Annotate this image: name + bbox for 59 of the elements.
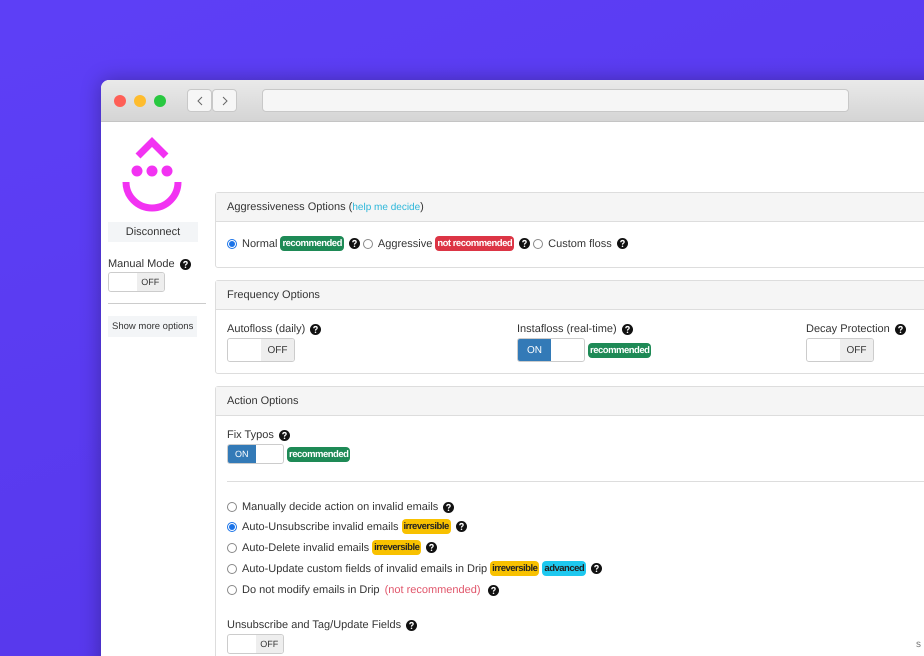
radio-button[interactable] xyxy=(227,502,237,512)
radio-button[interactable] xyxy=(227,564,237,574)
help-icon[interactable] xyxy=(348,238,360,249)
status-badge: recommended xyxy=(588,342,652,358)
toggle-switch[interactable]: OFF xyxy=(227,338,295,362)
help-icon[interactable] xyxy=(591,563,602,574)
toggle-switch[interactable]: ON xyxy=(517,338,585,362)
option-label: Auto-Delete invalid emails xyxy=(242,542,370,554)
help-icon[interactable] xyxy=(406,620,418,630)
option-label: Do not modify emails in Drip xyxy=(242,584,380,596)
card-header: Frequency Options xyxy=(216,281,924,310)
option-label: Manually decide action on invalid emails xyxy=(242,501,438,513)
help-icon[interactable] xyxy=(622,324,633,334)
option-label: Auto-Update custom fields of invalid emails in Drip xyxy=(242,562,488,574)
radio-button[interactable] xyxy=(362,238,373,248)
option-label: Aggressive xyxy=(378,238,432,250)
show-more-options-button[interactable]: Show more options xyxy=(108,316,198,337)
status-badge: advanced xyxy=(542,561,586,576)
help-icon[interactable] xyxy=(426,542,438,553)
option-label: Custom floss xyxy=(548,238,612,250)
card-header: Aggressiveness Options (help me decide) xyxy=(216,193,924,222)
status-badge: recommended xyxy=(280,236,344,251)
help-icon[interactable] xyxy=(278,430,290,440)
setting-label: Instafloss (real-time) xyxy=(517,323,617,335)
warning-note: (not recommended) xyxy=(384,583,482,598)
status-badge: irreversible xyxy=(490,561,540,576)
help-icon[interactable] xyxy=(616,238,628,249)
option-label: Auto-Unsubscribe invalid emails xyxy=(242,520,399,532)
card-header: Action Options xyxy=(216,387,924,416)
help-icon[interactable] xyxy=(456,521,467,532)
radio-button[interactable] xyxy=(227,542,237,552)
status-badge: irreversible xyxy=(372,540,422,555)
radio-button[interactable] xyxy=(533,238,544,248)
toggle-switch[interactable]: OFF xyxy=(806,338,874,362)
toggle-switch[interactable]: OFF xyxy=(108,272,165,292)
setting-label: Decay Protection xyxy=(806,323,890,335)
help-icon[interactable] xyxy=(180,258,191,270)
help-icon[interactable] xyxy=(310,324,322,334)
radio-button[interactable] xyxy=(227,522,237,532)
chevron-right-icon xyxy=(222,96,228,106)
chevron-left-icon xyxy=(196,96,202,106)
option-label: Normal xyxy=(242,238,278,250)
setting-label: Autofloss (daily) xyxy=(227,323,306,335)
help-icon[interactable] xyxy=(488,584,499,596)
toggle-switch[interactable]: ON xyxy=(227,444,284,464)
help-icon[interactable] xyxy=(519,238,530,249)
disconnect-button[interactable]: Disconnect xyxy=(108,222,198,242)
status-badge: recommended xyxy=(287,446,350,462)
setting-label: Fix Typos xyxy=(227,429,274,441)
status-badge: irreversible xyxy=(402,519,451,534)
manual-mode-label: Manual Mode xyxy=(108,258,175,270)
setting-label: Unsubscribe and Tag/Update Fields xyxy=(227,619,402,631)
help-icon[interactable] xyxy=(443,502,454,512)
help-icon[interactable] xyxy=(894,324,906,334)
cut-off-text: s xyxy=(916,639,921,650)
radio-button[interactable] xyxy=(227,238,237,248)
status-badge: not recommended xyxy=(435,236,514,251)
radio-button[interactable] xyxy=(227,585,237,595)
toggle-switch[interactable]: OFF xyxy=(227,634,284,654)
